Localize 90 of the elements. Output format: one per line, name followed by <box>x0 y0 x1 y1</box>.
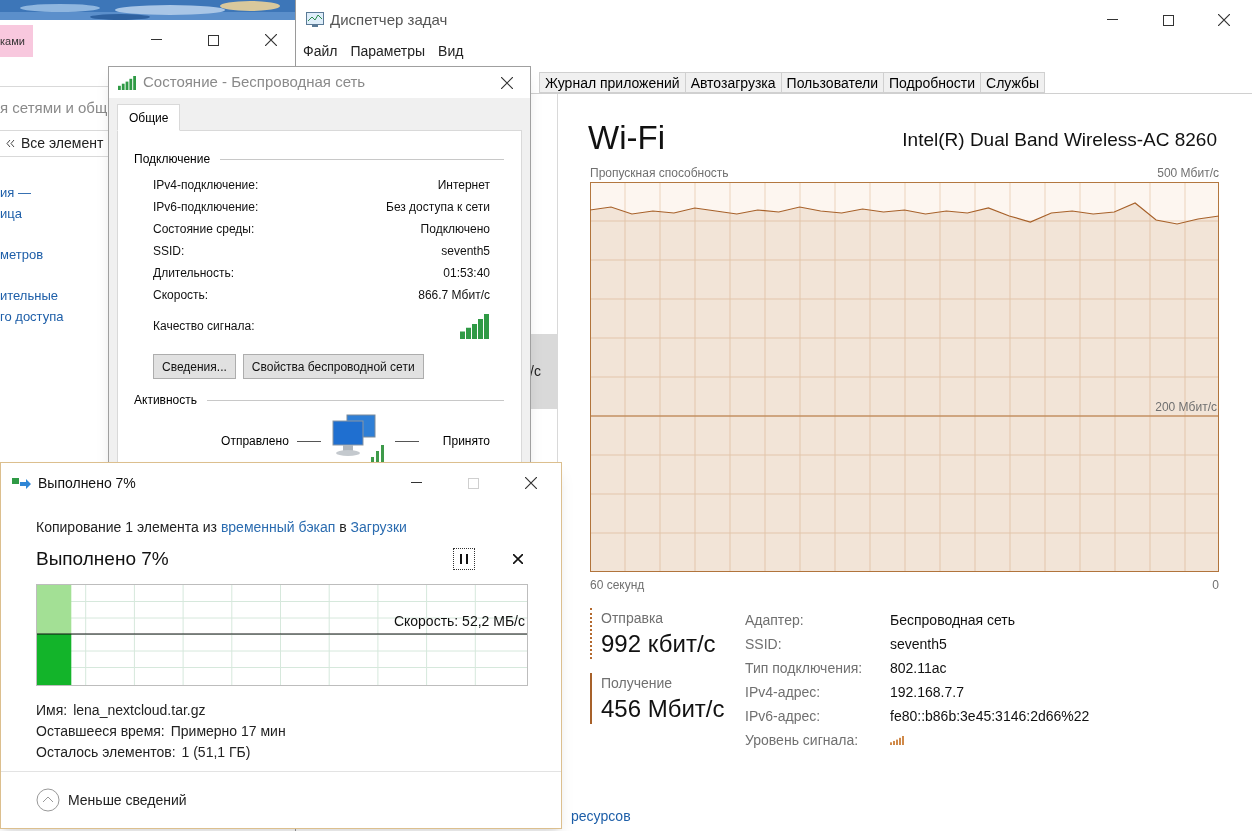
copy-icon <box>12 477 32 489</box>
tab[interactable]: Журнал приложений <box>539 72 686 93</box>
close-icon <box>1218 14 1230 26</box>
detail-label: Уровень сигнала: <box>745 730 860 750</box>
section-header: Активность <box>134 392 197 409</box>
signal-icon <box>890 735 905 745</box>
stat-label: Отправка <box>601 609 665 628</box>
field-label: Скорость: <box>153 287 209 304</box>
monitor-icon <box>306 12 324 28</box>
resource-monitor-link[interactable]: ресурсов <box>571 805 631 827</box>
signal-icon <box>118 75 137 90</box>
section-header: Подключение <box>134 151 211 168</box>
menu-item[interactable]: Файл <box>303 40 338 62</box>
stat-label: Получение <box>601 674 674 693</box>
less-details-button[interactable]: Меньше сведений <box>68 789 187 811</box>
field-value: seventh5 <box>441 243 490 260</box>
detail-value: 802.11ac <box>890 658 947 678</box>
detail-value: fe80::b86b:3e45:3146:2d66%22 <box>890 706 1090 726</box>
detail-value: 192.168.7.7 <box>890 682 964 702</box>
detail-label: Оставшееся время: <box>36 722 165 741</box>
field-label: IPv4-подключение: <box>153 177 259 194</box>
detail-label: IPv4-адрес: <box>745 682 822 702</box>
adapter-name: Intel(R) Dual Band Wireless-AC 8260 <box>902 127 1217 152</box>
collapse-icon <box>36 788 60 812</box>
axis-label: 200 Мбит/с <box>1155 401 1217 413</box>
detail-label: Тип подключения: <box>745 658 864 678</box>
close-icon <box>524 477 537 489</box>
minimize-icon <box>151 39 162 41</box>
detail-value: Примерно 17 мин <box>170 722 286 741</box>
tab[interactable]: Общие <box>117 104 181 131</box>
detail-label: IPv6-адрес: <box>745 706 822 726</box>
detail-label: Адаптер: <box>745 610 805 630</box>
axis-label: 0 <box>1212 577 1219 594</box>
tab[interactable]: Подробности <box>882 72 982 93</box>
maximize-icon <box>208 34 219 46</box>
breadcrumb[interactable]: Все элемент <box>21 133 104 154</box>
detail-value: seventh5 <box>890 634 947 654</box>
cancel-button[interactable] <box>511 552 525 566</box>
graph-title: Пропускная способность <box>590 165 729 182</box>
stat-value: 456 Мбит/с <box>601 694 726 724</box>
field-label: Длительность: <box>153 265 235 282</box>
window-title: Состояние - Беспроводная сеть <box>143 72 366 93</box>
pause-icon <box>460 554 468 564</box>
detail-label: SSID: <box>745 634 783 654</box>
close-icon <box>264 34 277 46</box>
window-title: Диспетчер задач <box>330 9 448 30</box>
dialog-button[interactable]: Свойства беспроводной сети <box>242 354 424 379</box>
copy-description: Копирование 1 элемента из временный бэкап в Загрузки <box>36 518 408 537</box>
menu-item[interactable]: Вид <box>438 40 464 62</box>
detail-label: Имя: <box>36 701 68 720</box>
close-icon <box>513 554 523 564</box>
stat-value: 992 кбит/с <box>601 629 717 659</box>
received-label: Принято <box>442 433 490 450</box>
pause-button[interactable] <box>453 548 475 570</box>
device-title: Wi-Fi <box>588 118 665 158</box>
tab[interactable]: Пользователи <box>780 72 884 93</box>
menu-item[interactable]: Параметры <box>350 40 426 62</box>
close-icon <box>501 76 513 89</box>
folder-link[interactable]: Загрузки <box>350 519 407 535</box>
axis-label: 60 секунд <box>590 577 645 594</box>
field-value: 866.7 Мбит/с <box>418 287 490 304</box>
address-text: я сетями и общ <box>0 98 108 119</box>
field-value: Без доступа к сети <box>386 199 490 216</box>
field-label: Состояние среды: <box>153 221 255 238</box>
field-label: SSID: <box>153 243 185 260</box>
detail-value: lena_nextcloud.tar.gz <box>73 701 206 720</box>
signal-quality-icon <box>460 313 490 339</box>
maximize-icon <box>1162 14 1174 26</box>
detail-value: Беспроводная сеть <box>890 610 1016 630</box>
field-value: 01:53:40 <box>443 265 490 282</box>
field-label: Качество сигнала: <box>153 318 255 335</box>
speed-label: Скорость: 52,2 МБ/с <box>393 612 525 631</box>
tab[interactable]: Службы <box>980 72 1046 93</box>
minimize-icon <box>1106 19 1118 21</box>
window-tab[interactable]: ками <box>0 25 33 57</box>
sent-label: Отправлено <box>221 433 289 450</box>
field-value: Интернет <box>437 177 490 194</box>
dialog-button[interactable]: Сведения... <box>153 354 236 379</box>
chevron-icon <box>6 140 15 147</box>
detail-label: Осталось элементов: <box>36 743 176 762</box>
window-title: Выполнено 7% <box>38 473 136 493</box>
axis-label: 500 Мбит/с <box>1157 165 1219 182</box>
field-label: IPv6-подключение: <box>153 199 259 216</box>
field-value: Подключено <box>420 221 490 238</box>
folder-link[interactable]: временный бэкап <box>220 519 336 535</box>
detail-value: 1 (51,1 ГБ) <box>181 743 251 762</box>
tab[interactable]: Автозагрузка <box>684 72 782 93</box>
progress-heading: Выполнено 7% <box>36 546 169 571</box>
maximize-icon <box>468 477 479 489</box>
minimize-icon <box>411 482 422 484</box>
